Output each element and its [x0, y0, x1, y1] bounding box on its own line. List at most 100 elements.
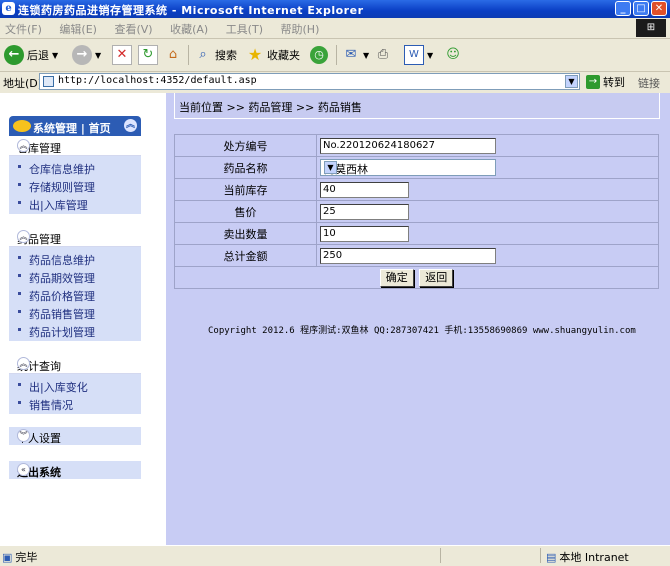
- sidebar-item[interactable]: 药品期效管理: [9, 267, 141, 285]
- back-to-list-button[interactable]: 返回: [419, 268, 454, 287]
- links-button[interactable]: 链接: [638, 75, 660, 91]
- page-done-icon: ▣: [2, 550, 13, 564]
- confirm-button[interactable]: 确定: [379, 268, 414, 287]
- sidebar-group-medicine: 药品管理 ︽ 药品信息维护 药品期效管理 药品价格管理 药品销售管理 药品计划管…: [9, 228, 141, 341]
- page-icon: [43, 76, 54, 87]
- sidebar-item[interactable]: 药品价格管理: [9, 285, 141, 303]
- search-icon: ⌕: [199, 47, 207, 62]
- mail-dropdown-icon[interactable]: ▼: [363, 51, 369, 60]
- toolbar-divider: [188, 45, 189, 65]
- sidebar-group-header[interactable]: 药品管理 ︽: [9, 228, 141, 247]
- logo-icon: [13, 120, 31, 132]
- refresh-icon[interactable]: ↻: [138, 45, 158, 65]
- prescription-no-input[interactable]: [320, 137, 496, 154]
- star-icon: ★: [247, 45, 263, 64]
- mail-button[interactable]: ✉ ▼: [342, 44, 370, 66]
- forward-dropdown-icon[interactable]: ▼: [95, 51, 101, 60]
- forward-button[interactable]: → ▼: [72, 44, 101, 66]
- sidebar-item-label: 药品价格管理: [29, 290, 95, 303]
- chevron-left-icon[interactable]: «: [17, 463, 30, 476]
- sidebar-item-label: 药品期效管理: [29, 272, 95, 285]
- home-icon[interactable]: ⌂: [164, 46, 182, 64]
- field-label: 药品名称: [174, 156, 317, 179]
- medicine-select[interactable]: 阿莫西林 ▼: [320, 159, 496, 176]
- address-input[interactable]: http://localhost:4352/default.asp ▼: [39, 73, 580, 90]
- go-button[interactable]: → 转到: [586, 74, 625, 90]
- menu-edit[interactable]: 编辑(E): [54, 18, 106, 37]
- quantity-input[interactable]: [320, 225, 409, 242]
- sidebar-item[interactable]: 存储规则管理: [9, 176, 141, 194]
- sidebar-group-logout: 退出系统 «: [9, 461, 141, 479]
- favorites-button[interactable]: ★ 收藏夹: [246, 44, 300, 66]
- maximize-button[interactable]: □: [633, 1, 649, 16]
- zone-text: 本地 Intranet: [559, 551, 629, 564]
- form-actions: 确定 返回: [174, 266, 659, 289]
- edit-dropdown-icon[interactable]: ▼: [427, 51, 433, 60]
- bullet-icon: [18, 328, 21, 331]
- field-label: 总计金额: [174, 244, 317, 267]
- sidebar-item[interactable]: 药品销售管理: [9, 303, 141, 321]
- sidebar-item-label: 仓库信息维护: [29, 163, 95, 176]
- search-button[interactable]: ⌕ 搜索: [194, 44, 237, 66]
- windows-flag-icon: ⊞: [636, 19, 666, 37]
- window-title: 连锁药房药品进销存管理系统 - Microsoft Internet Explo…: [18, 4, 364, 17]
- collapse-icon[interactable]: ︽: [17, 139, 30, 152]
- messenger-icon[interactable]: ☺: [444, 46, 462, 64]
- close-button[interactable]: ✕: [651, 1, 667, 16]
- form-row: 当前库存: [174, 178, 659, 201]
- bullet-icon: [18, 183, 21, 186]
- stock-input[interactable]: [320, 181, 409, 198]
- field-label: 售价: [174, 200, 317, 223]
- menu-view[interactable]: 查看(V): [109, 18, 161, 37]
- sidebar-item[interactable]: 出|入库变化: [9, 376, 141, 394]
- sidebar-item[interactable]: 仓库信息维护: [9, 158, 141, 176]
- address-label: 地址(D): [3, 77, 43, 90]
- toolbar-divider: [336, 45, 337, 65]
- back-label: 后退: [27, 49, 49, 62]
- bullet-icon: [18, 292, 21, 295]
- sidebar: 系统管理 | 首页 ︽ 仓库管理 ︽ 仓库信息维护 存储规则管理 出|入库管理 …: [0, 93, 166, 545]
- chevron-up-icon[interactable]: ︽: [124, 119, 137, 132]
- window-title-bar: e 连锁药房药品进销存管理系统 - Microsoft Internet Exp…: [0, 0, 670, 18]
- breadcrumb: 当前位置 >> 药品管理 >> 药品销售: [174, 93, 660, 119]
- menu-file[interactable]: 文件(F): [0, 18, 51, 37]
- collapse-icon[interactable]: ︽: [17, 357, 30, 370]
- minimize-button[interactable]: _: [615, 1, 631, 16]
- history-icon[interactable]: ◷: [310, 46, 328, 64]
- menu-favorites[interactable]: 收藏(A): [165, 18, 217, 37]
- ie-icon: e: [2, 2, 15, 15]
- menu-help[interactable]: 帮助(H): [276, 18, 329, 37]
- mail-icon: ✉: [345, 47, 357, 62]
- expand-icon[interactable]: ︾: [17, 429, 30, 442]
- field-label: 当前库存: [174, 178, 317, 201]
- address-dropdown-icon[interactable]: ▼: [565, 75, 578, 88]
- sidebar-item[interactable]: 药品计划管理: [9, 321, 141, 339]
- go-label: 转到: [603, 76, 625, 89]
- collapse-icon[interactable]: ︽: [17, 230, 30, 243]
- sidebar-group-header[interactable]: 退出系统 «: [9, 461, 141, 479]
- print-icon[interactable]: ⎙: [374, 46, 392, 64]
- back-button[interactable]: ← 后退 ▼: [4, 44, 58, 66]
- status-text: 完毕: [15, 551, 38, 564]
- sidebar-group-stats: 统计查询 ︽ 出|入库变化 销售情况: [9, 355, 141, 414]
- chevron-down-icon[interactable]: ▼: [324, 161, 337, 174]
- sidebar-item[interactable]: 出|入库管理: [9, 194, 141, 212]
- sidebar-group-header[interactable]: 个人设置 ︾: [9, 427, 141, 445]
- sidebar-group-header[interactable]: 仓库管理 ︽: [9, 137, 141, 156]
- stop-icon[interactable]: ✕: [112, 45, 132, 65]
- bullet-icon: [18, 274, 21, 277]
- sidebar-item-label: 药品计划管理: [29, 326, 95, 339]
- sidebar-header[interactable]: 系统管理 | 首页 ︽: [9, 116, 141, 136]
- sidebar-group-header[interactable]: 统计查询 ︽: [9, 355, 141, 374]
- bullet-icon: [18, 401, 21, 404]
- price-input[interactable]: [320, 203, 409, 220]
- sidebar-item[interactable]: 药品信息维护: [9, 249, 141, 267]
- total-input[interactable]: [320, 247, 496, 264]
- sidebar-item-label: 出|入库管理: [29, 199, 88, 212]
- sidebar-header-label: 系统管理 | 首页: [33, 122, 111, 135]
- address-url[interactable]: http://localhost:4352/default.asp: [58, 75, 257, 86]
- menu-tools[interactable]: 工具(T): [221, 18, 272, 37]
- sidebar-item[interactable]: 销售情况: [9, 394, 141, 412]
- edit-button[interactable]: W ▼: [404, 44, 433, 66]
- back-dropdown-icon[interactable]: ▼: [52, 51, 58, 60]
